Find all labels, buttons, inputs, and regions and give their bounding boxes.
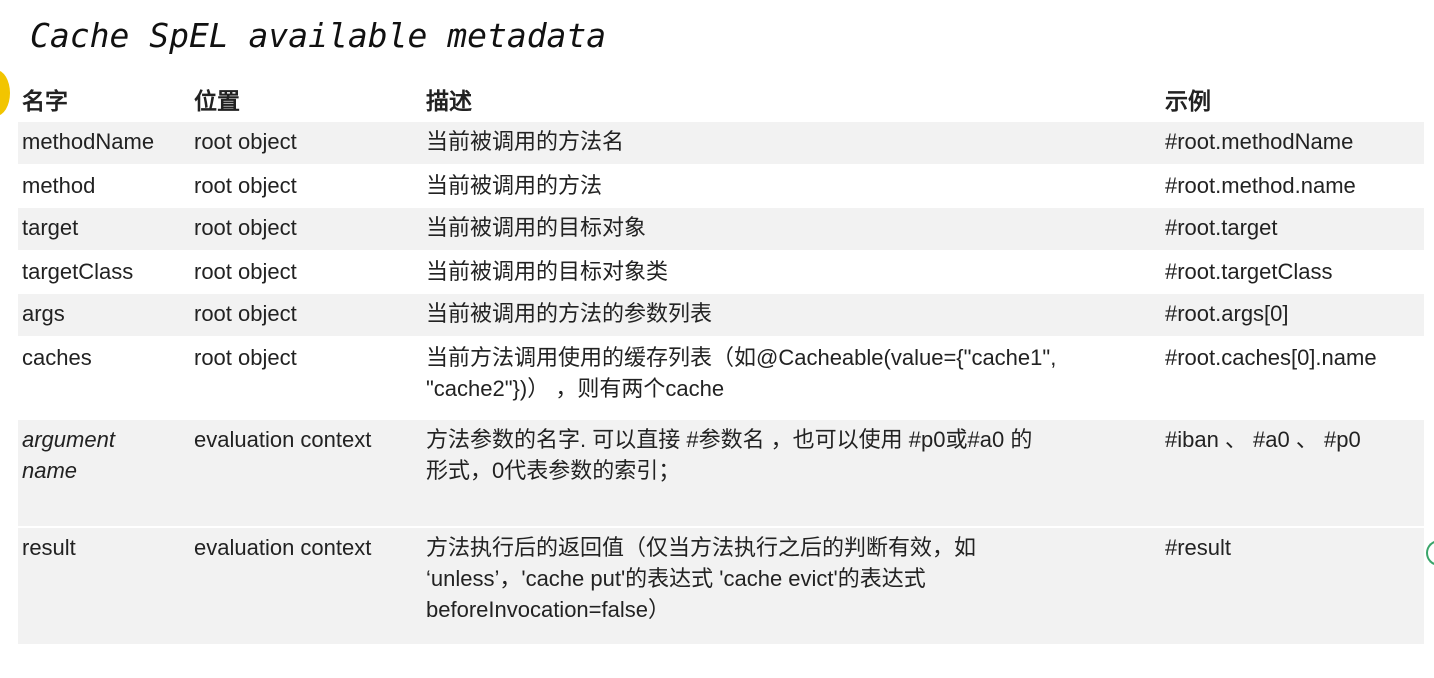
table-row: argument name evaluation context 方法参数的名字…: [18, 420, 1424, 528]
row-description: 方法参数的名字. 可以直接 #参数名 ，也可以使用 #p0或#a0 的 形式，0…: [426, 420, 1165, 526]
row-description: 当前方法调用使用的缓存列表（如@Cacheable(value={"cache1…: [426, 338, 1165, 418]
row-location: root object: [194, 215, 297, 240]
table-row: target root object 当前被调用的目标对象 #root.targ…: [18, 208, 1424, 252]
row-example: #root.target: [1165, 215, 1278, 240]
table-row: methodName root object 当前被调用的方法名 #root.m…: [18, 122, 1424, 166]
row-example: #root.targetClass: [1165, 259, 1333, 284]
table-row: method root object 当前被调用的方法 #root.method…: [18, 166, 1424, 208]
row-location: root object: [194, 129, 297, 154]
table-row: result evaluation context 方法执行后的返回值（仅当方法…: [18, 528, 1424, 646]
cursor-highlight: [0, 70, 10, 116]
side-panel-handle-icon[interactable]: [1426, 540, 1434, 566]
row-example: #root.methodName: [1165, 129, 1354, 154]
row-name: caches: [22, 345, 92, 370]
row-location: root object: [194, 301, 297, 326]
row-location: evaluation context: [194, 535, 372, 560]
header-description: 描述: [426, 88, 472, 114]
description-line: 当前方法调用使用的缓存列表（如@Cacheable(value={"cache1…: [426, 345, 1057, 370]
row-name: result: [22, 535, 76, 560]
row-example: #root.args[0]: [1165, 301, 1289, 326]
row-description: 当前被调用的方法的参数列表: [426, 301, 713, 326]
row-name: method: [22, 173, 96, 198]
row-description: 当前被调用的目标对象类: [426, 259, 669, 284]
row-name: methodName: [22, 129, 155, 154]
metadata-table: 名字 位置 描述 示例 methodName root object 当前被调用…: [18, 82, 1424, 646]
description-line: "cache2"})） ，则有两个cache: [426, 376, 725, 401]
row-location: evaluation context: [194, 427, 372, 452]
row-name: targetClass: [22, 259, 134, 284]
row-description: 方法执行后的返回值（仅当方法执行之后的判断有效，如 ‘unless’，'cach…: [426, 528, 1165, 644]
description-line: beforeInvocation=false）: [426, 597, 670, 622]
row-example: #result: [1165, 535, 1232, 560]
name-line: argument: [22, 427, 115, 452]
name-line: name: [22, 458, 78, 483]
table-row: targetClass root object 当前被调用的目标对象类 #roo…: [18, 252, 1424, 294]
table-row: caches root object 当前方法调用使用的缓存列表（如@Cache…: [18, 338, 1424, 420]
row-example: #root.method.name: [1165, 173, 1356, 198]
slide-title: Cache SpEL available metadata: [30, 16, 607, 55]
description-line: ‘unless’，'cache put'的表达式 'cache evict'的表…: [426, 566, 926, 591]
description-line: 形式，0代表参数的索引；: [426, 458, 681, 483]
row-example: #root.caches[0].name: [1165, 345, 1377, 370]
row-name: argument name: [18, 420, 194, 526]
row-description: 当前被调用的方法: [426, 173, 603, 198]
header-example: 示例: [1165, 88, 1211, 114]
row-name: args: [22, 301, 65, 326]
row-location: root object: [194, 345, 297, 370]
table-header-row: 名字 位置 描述 示例: [18, 82, 1424, 122]
row-location: root object: [194, 259, 297, 284]
header-location: 位置: [194, 88, 240, 114]
row-example: #iban 、 #a0 、 #p0: [1165, 427, 1361, 452]
row-description: 当前被调用的方法名: [426, 129, 625, 154]
row-description: 当前被调用的目标对象: [426, 215, 647, 240]
row-name: target: [22, 215, 79, 240]
header-name: 名字: [22, 88, 68, 114]
description-line: 方法参数的名字. 可以直接 #参数名 ，也可以使用 #p0或#a0 的: [426, 427, 1033, 452]
description-line: 方法执行后的返回值（仅当方法执行之后的判断有效，如: [426, 535, 977, 560]
table-row: args root object 当前被调用的方法的参数列表 #root.arg…: [18, 294, 1424, 338]
row-location: root object: [194, 173, 297, 198]
